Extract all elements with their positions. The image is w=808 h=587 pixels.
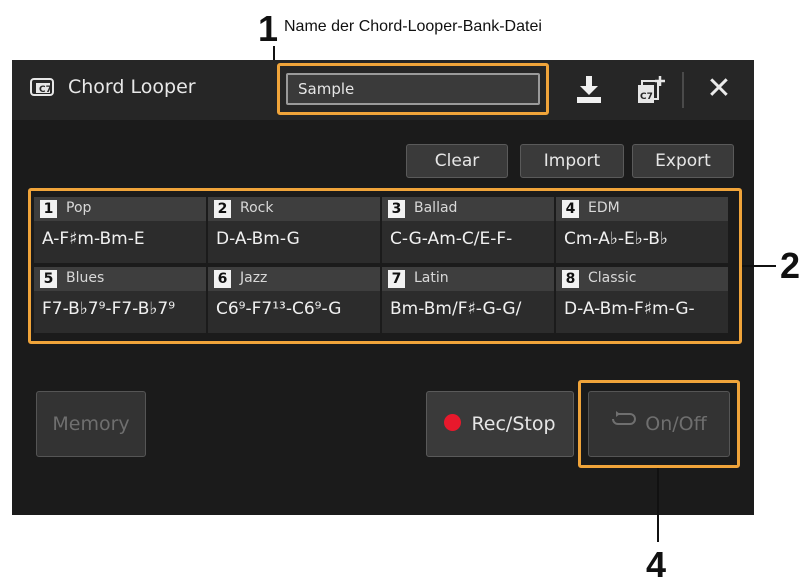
save-icon[interactable] (572, 72, 606, 106)
callout-2-leader (742, 265, 776, 267)
callout-1-text: Name der Chord-Looper-Bank-Datei (284, 18, 542, 35)
rec-stop-label: Rec/Stop (471, 413, 556, 435)
window-title: Chord Looper (68, 76, 196, 98)
highlight-bank-file-name (277, 63, 549, 115)
highlight-on-off (578, 380, 740, 468)
new-bank-icon[interactable]: C7 (634, 72, 668, 106)
callout-1-number: 1 (258, 8, 279, 49)
callout-4-number: 4 (646, 544, 667, 585)
svg-text:C7: C7 (640, 92, 653, 102)
highlight-chord-grid (28, 188, 742, 344)
chord-looper-icon: C7 (30, 77, 56, 99)
record-icon (444, 414, 462, 431)
close-icon[interactable]: ✕ (702, 72, 736, 106)
clear-button[interactable]: Clear (406, 144, 508, 178)
callout-2-number: 2 (780, 245, 801, 286)
svg-text:C7: C7 (39, 85, 52, 95)
memory-button[interactable]: Memory (36, 391, 146, 457)
export-button[interactable]: Export (632, 144, 734, 178)
rec-stop-button[interactable]: Rec/Stop (426, 391, 574, 457)
import-button[interactable]: Import (520, 144, 624, 178)
callout-4-leader (657, 468, 659, 542)
toolbar-separator (682, 72, 684, 108)
